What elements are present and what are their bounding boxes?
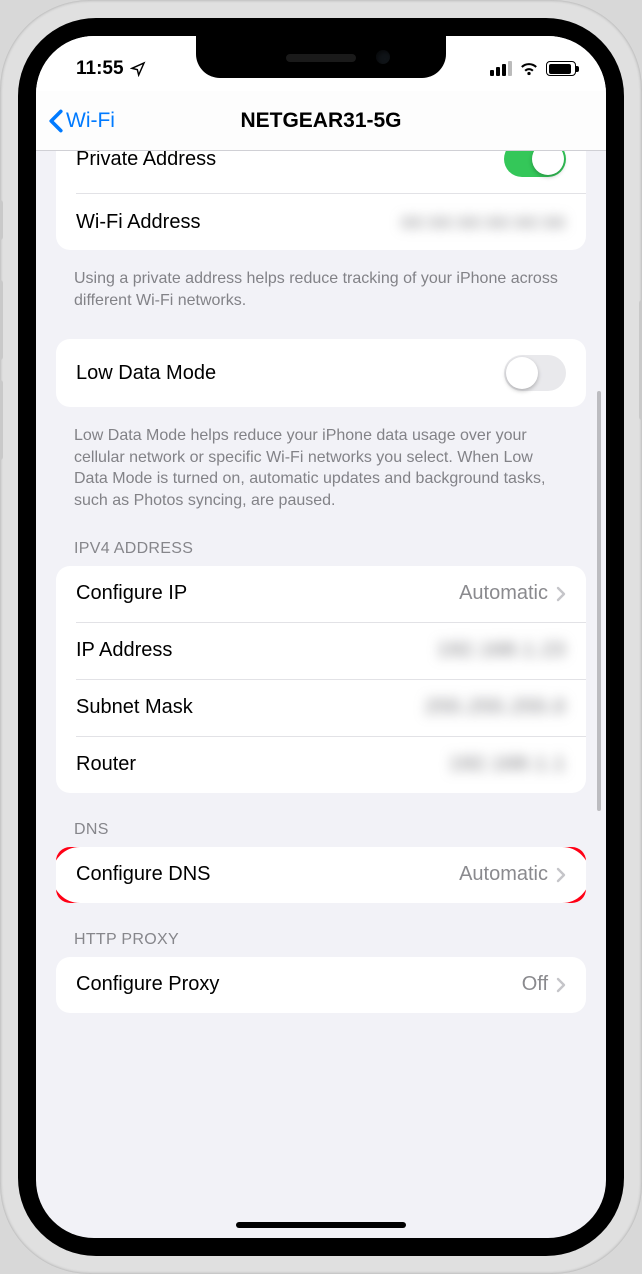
row-ip-address: IP Address 192.168.1.23	[56, 623, 586, 679]
configure-proxy-value: Off	[522, 973, 566, 996]
row-subnet-mask: Subnet Mask 255.255.255.0	[56, 680, 586, 736]
configure-proxy-label: Configure Proxy	[76, 973, 522, 996]
proxy-header: HTTP PROXY	[74, 931, 568, 949]
back-button[interactable]: Wi-Fi	[48, 109, 115, 133]
low-data-footer: Low Data Mode helps reduce your iPhone d…	[74, 425, 568, 511]
private-address-label: Private Address	[76, 151, 504, 171]
dns-header: DNS	[74, 821, 568, 839]
row-configure-dns[interactable]: Configure DNS Automatic	[56, 847, 586, 903]
low-data-toggle[interactable]	[504, 355, 566, 391]
configure-ip-value: Automatic	[459, 582, 566, 605]
configure-ip-label: Configure IP	[76, 582, 459, 605]
ip-address-value: 192.168.1.23	[437, 639, 566, 662]
nav-title: NETGEAR31-5G	[36, 109, 606, 133]
row-low-data-mode[interactable]: Low Data Mode	[56, 339, 586, 407]
wifi-icon	[519, 61, 539, 76]
screen: 11:55	[36, 36, 606, 1238]
ip-address-label: IP Address	[76, 639, 437, 662]
device-bezel: 11:55	[18, 18, 624, 1256]
chevron-right-icon	[556, 977, 566, 993]
row-wifi-address: Wi-Fi Address xx:xx:xx:xx:xx:xx	[56, 194, 586, 250]
router-label: Router	[76, 753, 449, 776]
low-data-label: Low Data Mode	[76, 362, 504, 385]
mute-switch	[0, 200, 3, 240]
row-router: Router 192.168.1.1	[56, 737, 586, 793]
wifi-address-label: Wi-Fi Address	[76, 211, 401, 234]
group-low-data: Low Data Mode	[56, 339, 586, 407]
cellular-signal-icon	[490, 61, 512, 76]
device-frame: 11:55	[0, 0, 642, 1274]
configure-dns-label: Configure DNS	[76, 863, 459, 886]
notch	[196, 36, 446, 78]
subnet-mask-value: 255.255.255.0	[425, 696, 566, 719]
subnet-mask-label: Subnet Mask	[76, 696, 425, 719]
row-configure-ip[interactable]: Configure IP Automatic	[56, 566, 586, 622]
router-value: 192.168.1.1	[449, 753, 566, 776]
scroll-indicator	[597, 391, 601, 811]
row-private-address[interactable]: Private Address	[56, 151, 586, 193]
volume-up-button	[0, 280, 3, 360]
status-right	[490, 61, 576, 76]
status-time: 11:55	[76, 58, 124, 80]
location-icon	[130, 61, 146, 77]
wifi-address-value: xx:xx:xx:xx:xx:xx	[401, 211, 566, 234]
chevron-right-icon	[556, 586, 566, 602]
back-label: Wi-Fi	[66, 109, 115, 133]
group-dns: Configure DNS Automatic	[56, 847, 586, 903]
group-private-address: Private Address Wi-Fi Address xx:xx:xx:x…	[56, 151, 586, 250]
row-configure-proxy[interactable]: Configure Proxy Off	[56, 957, 586, 1013]
content-scroll[interactable]: Private Address Wi-Fi Address xx:xx:xx:x…	[36, 151, 606, 1238]
home-indicator[interactable]	[236, 1222, 406, 1228]
volume-down-button	[0, 380, 3, 460]
status-left: 11:55	[76, 58, 146, 80]
group-ipv4: Configure IP Automatic IP Address 192.16…	[56, 566, 586, 793]
chevron-right-icon	[556, 867, 566, 883]
private-address-toggle[interactable]	[504, 151, 566, 177]
private-address-footer: Using a private address helps reduce tra…	[74, 268, 568, 311]
battery-icon	[546, 61, 576, 76]
ipv4-header: IPV4 ADDRESS	[74, 540, 568, 558]
configure-dns-value: Automatic	[459, 863, 566, 886]
group-proxy: Configure Proxy Off	[56, 957, 586, 1013]
nav-bar: Wi-Fi NETGEAR31-5G	[36, 91, 606, 151]
